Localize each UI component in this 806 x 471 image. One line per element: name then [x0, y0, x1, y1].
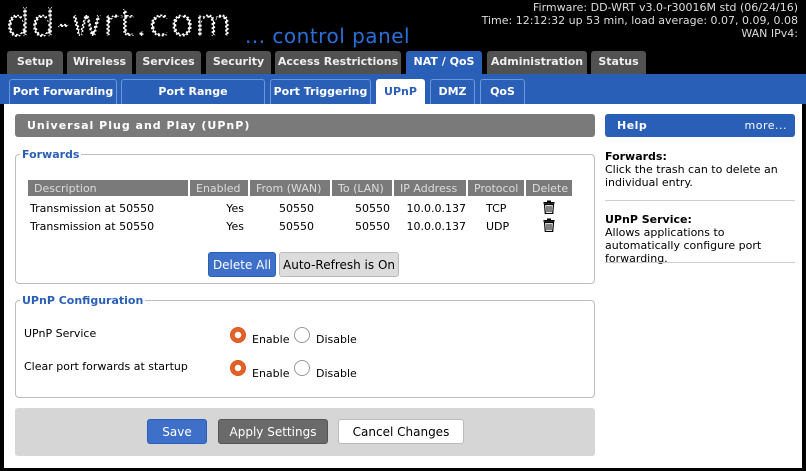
help-divider: [605, 200, 795, 201]
action-bar: Save Apply Settings Cancel Changes: [15, 408, 595, 456]
help-header: Help more...: [605, 114, 795, 137]
help-upnp: UPnP Service: Allows applications to aut…: [605, 213, 795, 265]
subtab-dmz[interactable]: DMZ: [430, 79, 475, 104]
help-forwards-title: Forwards:: [605, 150, 667, 163]
trash-icon[interactable]: [543, 218, 555, 235]
help-divider: [605, 262, 795, 263]
clear-forwards-label: Clear port forwards at startup: [24, 360, 188, 373]
subtab-port-triggering[interactable]: Port Triggering: [270, 79, 371, 104]
row-ip: 10.0.0.137: [406, 220, 466, 233]
subtab-upnp[interactable]: UPnP: [376, 79, 425, 104]
upnp-service-label: UPnP Service: [24, 327, 97, 340]
row-from: 50550: [279, 220, 314, 233]
help-forwards-text: Click the trash can to delete an individ…: [605, 163, 778, 189]
tab-access-restrictions[interactable]: Access Restrictions: [275, 51, 401, 74]
col-protocol: Protocol: [468, 180, 524, 196]
col-to-lan: To (LAN): [332, 180, 392, 196]
row-enabled: Yes: [226, 220, 244, 233]
cancel-changes-button[interactable]: Cancel Changes: [338, 419, 464, 444]
dd-wrt-logo: dd-wrt.com: [5, 0, 236, 46]
logo-graphic: dd-wrt.com: [5, 0, 233, 46]
clear-forwards-disable-label: Disable: [316, 367, 357, 380]
forwards-table: Description Enabled From (WAN) To (LAN) …: [26, 180, 574, 236]
logo-text: dd-wrt.com: [6, 3, 233, 45]
tab-security[interactable]: Security: [206, 51, 271, 74]
firmware-version: Firmware: DD-WRT v3.0-r30016M std (06/24…: [533, 1, 798, 14]
tab-administration[interactable]: Administration: [487, 51, 587, 74]
col-from-wan: From (WAN): [250, 180, 330, 196]
sub-tabs: Port Forwarding Port Range Forwarding Po…: [0, 74, 806, 122]
upnp-service-disable-radio[interactable]: [294, 327, 310, 343]
upnp-config-legend: UPnP Configuration: [22, 294, 144, 307]
table-row: Transmission at 50550 Yes 50550 50550 10…: [28, 196, 572, 217]
row-protocol: UDP: [486, 220, 510, 233]
subtab-port-forwarding[interactable]: Port Forwarding: [9, 79, 117, 104]
main-tabs: Setup Wireless Services Security Access …: [0, 50, 806, 74]
delete-all-button[interactable]: Delete All: [208, 252, 276, 277]
upnp-service-disable-label: Disable: [316, 333, 357, 346]
upnp-config-fieldset: UPnP Configuration UPnP Service Enable D…: [15, 294, 595, 398]
col-delete: Delete: [526, 180, 572, 196]
help-forwards: Forwards: Click the trash can to delete …: [605, 150, 795, 189]
help-upnp-title: UPnP Service:: [605, 213, 692, 226]
forwards-legend: Forwards: [22, 148, 80, 161]
clear-forwards-disable-radio[interactable]: [294, 360, 310, 376]
tab-wireless[interactable]: Wireless: [67, 51, 132, 74]
help-more-link[interactable]: more...: [745, 114, 787, 137]
upnp-service-enable-radio[interactable]: [230, 327, 246, 343]
wan-ip: WAN IPv4:: [741, 27, 798, 40]
save-button[interactable]: Save: [147, 419, 207, 444]
table-row: Transmission at 50550 Yes 50550 50550 10…: [28, 217, 572, 236]
page-title: Universal Plug and Play (UPnP): [15, 114, 595, 137]
upnp-service-enable-label: Enable: [252, 333, 290, 346]
content-area: Universal Plug and Play (UPnP) Forwards …: [4, 104, 802, 468]
row-description: Transmission at 50550: [30, 220, 155, 233]
clear-forwards-enable-radio[interactable]: [230, 360, 246, 376]
clear-forwards-enable-label: Enable: [252, 367, 290, 380]
forwards-fieldset: Forwards Description Enabled From (WAN) …: [15, 148, 595, 284]
col-description: Description: [28, 180, 188, 196]
row-protocol: TCP: [486, 202, 507, 215]
row-to: 50550: [355, 202, 390, 215]
subtab-qos[interactable]: QoS: [480, 79, 525, 104]
subtab-port-range-forwarding[interactable]: Port Range Forwarding: [121, 79, 265, 122]
row-from: 50550: [279, 202, 314, 215]
firmware-info: Firmware: DD-WRT v3.0-r30016M std (06/24…: [482, 1, 798, 40]
forwards-header-row: Description Enabled From (WAN) To (LAN) …: [28, 180, 572, 196]
help-title: Help: [617, 119, 648, 132]
row-to: 50550: [355, 220, 390, 233]
apply-settings-button[interactable]: Apply Settings: [218, 419, 328, 444]
help-upnp-text: Allows applications to automatically con…: [605, 226, 762, 265]
col-ip-address: IP Address: [394, 180, 466, 196]
col-enabled: Enabled: [190, 180, 248, 196]
tab-services[interactable]: Services: [136, 51, 201, 74]
trash-icon[interactable]: [543, 200, 555, 217]
tab-nat-qos[interactable]: NAT / QoS: [406, 51, 482, 74]
auto-refresh-button[interactable]: Auto-Refresh is On: [279, 252, 399, 277]
tagline: ... control panel: [245, 24, 411, 48]
row-description: Transmission at 50550: [30, 202, 155, 215]
header: dd-wrt.com ... control panel Firmware: D…: [0, 0, 806, 50]
uptime: Time: 12:12:32 up 53 min, load average: …: [481, 14, 798, 27]
row-ip: 10.0.0.137: [406, 202, 466, 215]
tab-status[interactable]: Status: [591, 51, 646, 74]
tab-setup[interactable]: Setup: [7, 51, 63, 74]
row-enabled: Yes: [226, 202, 244, 215]
trash-cell: [526, 196, 572, 217]
trash-cell: [526, 217, 572, 236]
